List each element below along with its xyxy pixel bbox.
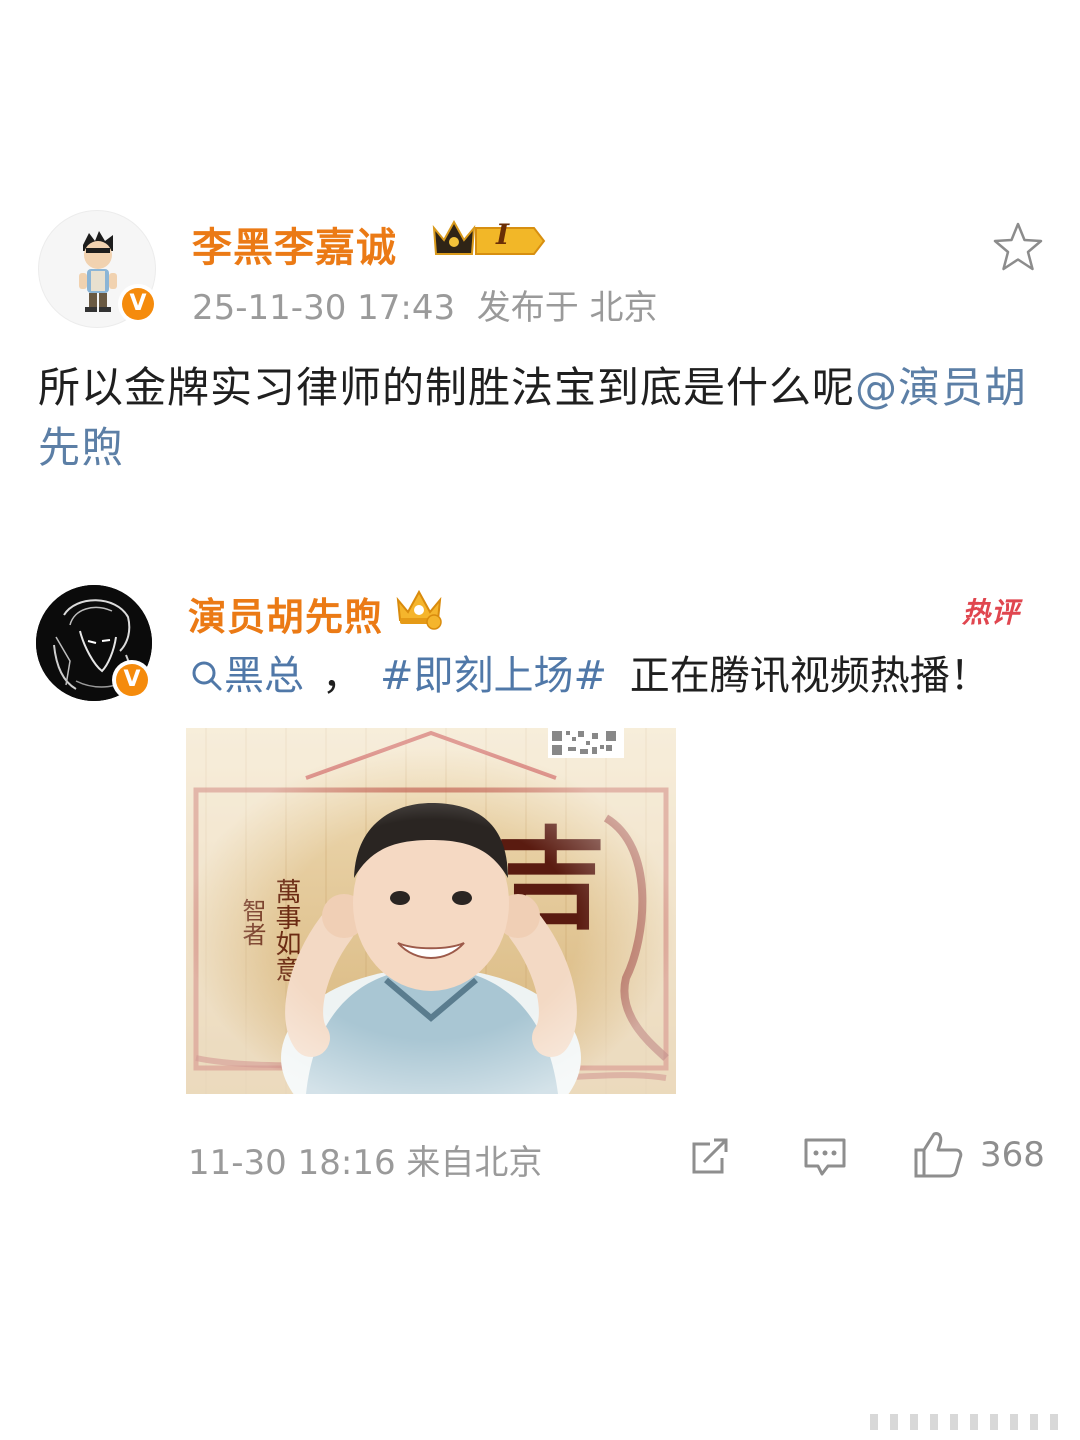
verified-badge-icon: V xyxy=(118,284,158,324)
search-link[interactable]: 黑总 xyxy=(190,653,304,699)
post-timestamp: 25-11-30 17:43 发布于 北京 xyxy=(192,288,658,328)
level-text: I xyxy=(496,218,510,251)
comment-body: 黑总， #即刻上场# 正在腾讯视频热播！ xyxy=(190,648,990,704)
share-icon xyxy=(692,1138,728,1174)
like-count: 368 xyxy=(980,1135,1045,1175)
thumbs-up-icon xyxy=(914,1132,963,1178)
hot-comment-label: 热评 xyxy=(962,596,1021,629)
comment-source: 来自北京 xyxy=(406,1143,543,1183)
hashtag-link[interactable]: #即刻上场# xyxy=(380,653,607,699)
comment-button[interactable] xyxy=(802,1134,848,1180)
comment-timestamp: 11-30 18:16 xyxy=(188,1143,396,1183)
post-author-name[interactable]: 李黑李嘉诚 xyxy=(192,215,397,273)
post-location: 发布于 北京 xyxy=(476,288,658,328)
comment-author-name[interactable]: 演员胡先煦 xyxy=(188,586,383,641)
search-icon xyxy=(192,661,222,691)
comment-footer: 11-30 18:16 来自北京 xyxy=(188,1135,542,1184)
favorite-star-button[interactable] xyxy=(988,218,1048,278)
member-level-badge[interactable]: I xyxy=(430,214,548,260)
comment-icon xyxy=(804,1138,846,1176)
scroll-indicator xyxy=(860,1410,1080,1434)
crown-badge-icon xyxy=(392,586,446,630)
comment-image[interactable]: 吉 萬事如意 智者 xyxy=(186,728,676,1094)
share-button[interactable] xyxy=(688,1134,734,1180)
star-icon xyxy=(993,222,1043,271)
like-button[interactable] xyxy=(912,1128,964,1180)
post-body: 所以金牌实习律师的制胜法宝到底是什么呢@演员胡先煦 xyxy=(38,363,1028,472)
commenter-verified-badge-icon: V xyxy=(112,660,152,700)
